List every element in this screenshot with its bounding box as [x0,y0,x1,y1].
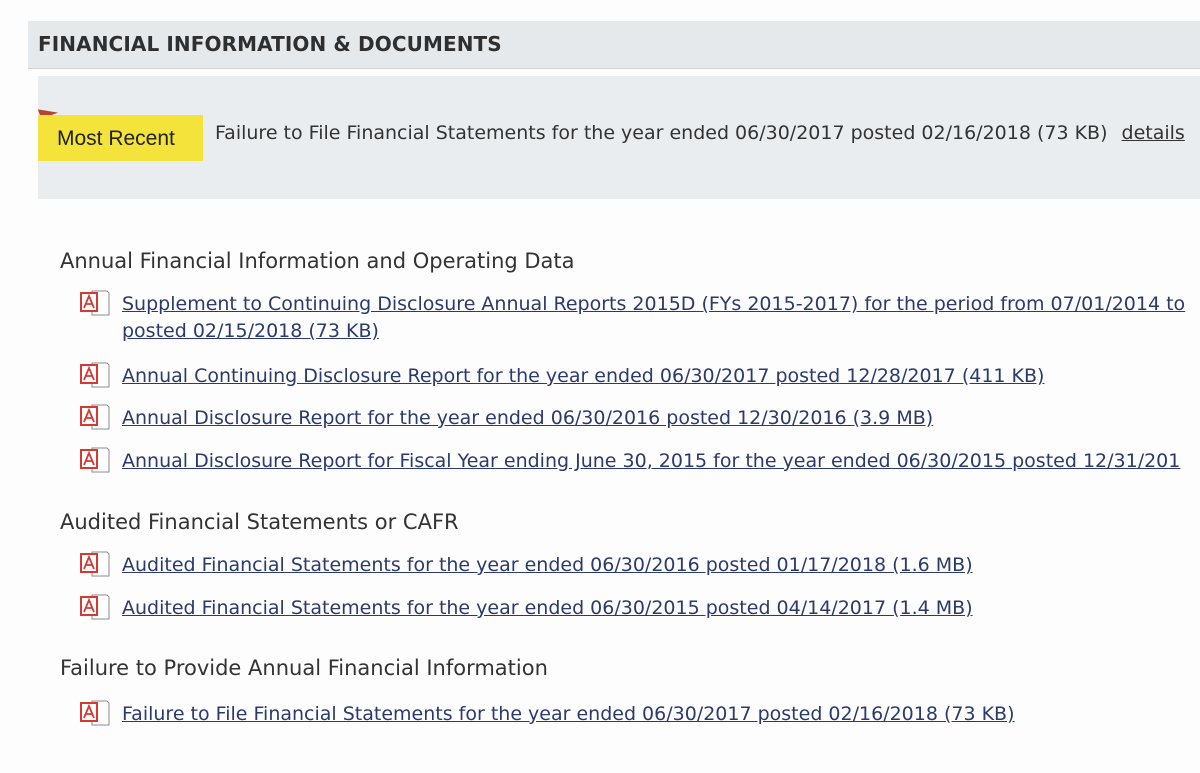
document-list-item: Annual Disclosure Report for Fiscal Year… [80,447,1200,477]
section-title: FINANCIAL INFORMATION & DOCUMENTS [38,32,502,56]
pdf-icon[interactable] [80,290,110,316]
pdf-icon[interactable] [80,362,110,388]
pdf-icon[interactable] [80,594,110,620]
pdf-icon[interactable] [80,551,110,577]
document-list-item: Supplement to Continuing Disclosure Annu… [80,290,1200,346]
document-link[interactable]: Annual Disclosure Report for the year en… [122,405,933,432]
document-list-item: Failure to File Financial Statements for… [80,700,1200,730]
document-link[interactable]: Annual Disclosure Report for Fiscal Year… [122,448,1180,475]
document-list-item: Annual Disclosure Report for the year en… [80,404,1200,434]
page: FINANCIAL INFORMATION & DOCUMENTS Most R… [0,0,1200,773]
most-recent-item: Failure to File Financial Statements for… [215,122,1185,144]
most-recent-badge: Most Recent [38,115,203,161]
document-link[interactable]: Audited Financial Statements for the yea… [122,552,973,579]
most-recent-text: Failure to File Financial Statements for… [215,122,1108,144]
document-link[interactable]: Annual Continuing Disclosure Report for … [122,363,1044,390]
section-heading-failure-to-provide: Failure to Provide Annual Financial Info… [60,656,548,680]
document-list-item: Audited Financial Statements for the yea… [80,594,1200,624]
details-link[interactable]: details [1122,122,1185,144]
document-link[interactable]: Failure to File Financial Statements for… [122,701,1015,728]
most-recent-panel: Most Recent Failure to File Financial St… [37,76,1200,199]
section-heading-annual-financial-info: Annual Financial Information and Operati… [60,249,575,273]
pdf-icon[interactable] [80,447,110,473]
document-link[interactable]: Supplement to Continuing Disclosure Annu… [122,291,1185,345]
pdf-icon[interactable] [80,404,110,430]
pdf-icon[interactable] [80,700,110,726]
document-list-item: Audited Financial Statements for the yea… [80,551,1200,581]
document-list-item: Annual Continuing Disclosure Report for … [80,362,1200,392]
section-header-bar: FINANCIAL INFORMATION & DOCUMENTS [28,21,1200,69]
section-heading-audited-statements: Audited Financial Statements or CAFR [60,510,459,534]
document-link[interactable]: Audited Financial Statements for the yea… [122,595,973,622]
